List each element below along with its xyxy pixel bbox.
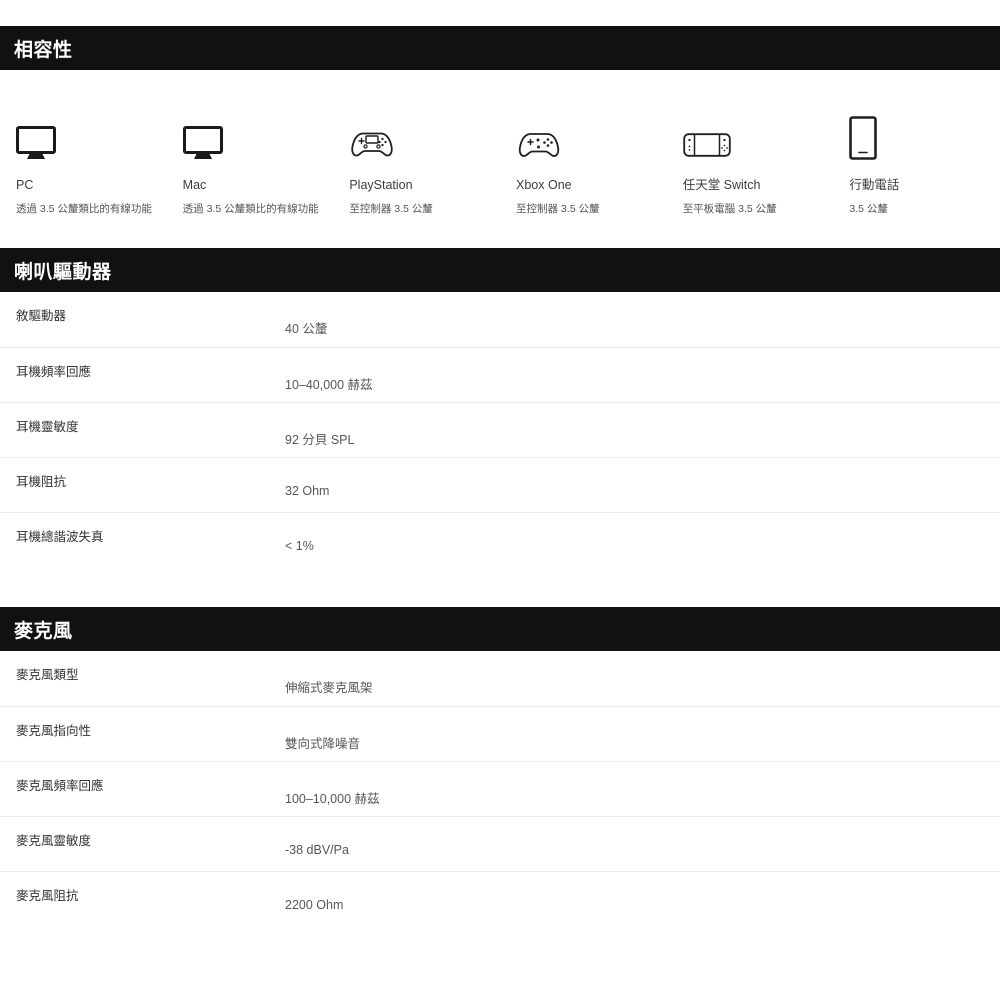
section-header-microphone: 麥克風 <box>0 607 1000 651</box>
table-row: 敘驅動器 40 公釐 <box>0 292 1000 347</box>
spacer-after-compatibility <box>0 240 1000 248</box>
spec-label: 耳機靈敏度 <box>16 420 79 434</box>
section-title-speaker: 喇叭驅動器 <box>14 261 112 283</box>
compat-name-mac: Mac <box>182 178 207 192</box>
table-row: 麥克風頻率回應 100–10,000 赫茲 <box>0 761 1000 816</box>
table-row: 耳機頻率回應 10–40,000 赫茲 <box>0 347 1000 402</box>
compatibility-icon-strip: PC 透過 3.5 公釐類比的有線功能 Mac 透過 3.5 公釐類比的有線功能 <box>0 70 1000 240</box>
compat-sub-playstation: 至控制器 3.5 公釐 <box>349 203 433 215</box>
compat-item-xbox: Xbox One 至控制器 3.5 公釐 <box>500 70 667 240</box>
spec-label: 耳機總諧波失真 <box>16 530 104 544</box>
spec-value: 40 公釐 <box>285 322 328 336</box>
compat-sub-xbox: 至控制器 3.5 公釐 <box>516 203 600 215</box>
compat-item-pc: PC 透過 3.5 公釐類比的有線功能 <box>0 70 167 240</box>
spec-label: 麥克風阻抗 <box>16 889 79 903</box>
spec-value: 32 Ohm <box>285 484 330 498</box>
spec-value: < 1% <box>285 539 314 553</box>
spec-value: 2200 Ohm <box>285 898 344 912</box>
spec-value: 雙向式降噪音 <box>285 737 361 751</box>
spec-value: 伸縮式麥克風架 <box>285 681 373 695</box>
spec-sheet-page: 相容性 PC 透過 3.5 公釐類比的有線功能 Mac 透過 3.5 公釐類比的… <box>0 26 1000 1000</box>
table-row: 麥克風阻抗 2200 Ohm <box>0 871 1000 926</box>
table-row: 耳機總諧波失真 < 1% <box>0 512 1000 567</box>
section-header-compatibility: 相容性 <box>0 26 1000 70</box>
table-row: 麥克風靈敏度 -38 dBV/Pa <box>0 816 1000 871</box>
compat-item-mac: Mac 透過 3.5 公釐類比的有線功能 <box>167 70 334 240</box>
compat-name-switch: 任天堂 Switch <box>682 178 761 192</box>
spec-label: 麥克風類型 <box>16 668 79 682</box>
monitor-icon <box>16 114 167 160</box>
compat-name-mobile: 行動電話 <box>849 178 900 192</box>
section-header-speaker: 喇叭驅動器 <box>0 248 1000 292</box>
compat-sub-mobile: 3.5 公釐 <box>849 203 888 215</box>
spec-label: 麥克風頻率回應 <box>16 779 104 793</box>
microphone-spec-table: 麥克風類型 伸縮式麥克風架 麥克風指向性 雙向式降噪音 麥克風頻率回應 100–… <box>0 651 1000 926</box>
speaker-spec-table: 敘驅動器 40 公釐 耳機頻率回應 10–40,000 赫茲 耳機靈敏度 92 … <box>0 292 1000 567</box>
compat-name-xbox: Xbox One <box>516 178 572 192</box>
spacer-after-speaker <box>0 567 1000 607</box>
compat-name-playstation: PlayStation <box>349 178 413 192</box>
mobile-phone-icon <box>849 114 1000 160</box>
spec-label: 麥克風靈敏度 <box>16 834 92 848</box>
xbox-controller-icon <box>516 114 667 160</box>
table-row: 麥克風類型 伸縮式麥克風架 <box>0 651 1000 706</box>
table-row: 麥克風指向性 雙向式降噪音 <box>0 706 1000 761</box>
table-row: 耳機阻抗 32 Ohm <box>0 457 1000 512</box>
compat-sub-pc: 透過 3.5 公釐類比的有線功能 <box>16 203 152 215</box>
spec-label: 麥克風指向性 <box>16 724 92 738</box>
nintendo-switch-icon <box>682 114 834 160</box>
spec-label: 耳機阻抗 <box>16 475 67 489</box>
spec-value: 100–10,000 赫茲 <box>285 792 380 806</box>
compat-name-pc: PC <box>16 178 34 192</box>
table-row: 耳機靈敏度 92 分貝 SPL <box>0 402 1000 457</box>
spec-value: 10–40,000 赫茲 <box>285 378 373 392</box>
spec-label: 耳機頻率回應 <box>16 365 92 379</box>
playstation-controller-icon <box>349 114 500 160</box>
compat-item-switch: 任天堂 Switch 至平板電腦 3.5 公釐 <box>667 70 834 240</box>
compat-item-playstation: PlayStation 至控制器 3.5 公釐 <box>333 70 500 240</box>
monitor-icon <box>182 114 334 160</box>
section-title-microphone: 麥克風 <box>14 620 73 642</box>
spec-label: 敘驅動器 <box>16 309 67 323</box>
compat-sub-mac: 透過 3.5 公釐類比的有線功能 <box>182 203 319 215</box>
compat-sub-switch: 至平板電腦 3.5 公釐 <box>682 203 777 215</box>
compat-item-mobile: 行動電話 3.5 公釐 <box>833 70 1000 240</box>
spec-value: -38 dBV/Pa <box>285 843 349 857</box>
section-title-compatibility: 相容性 <box>14 39 73 61</box>
spec-value: 92 分貝 SPL <box>285 433 355 447</box>
